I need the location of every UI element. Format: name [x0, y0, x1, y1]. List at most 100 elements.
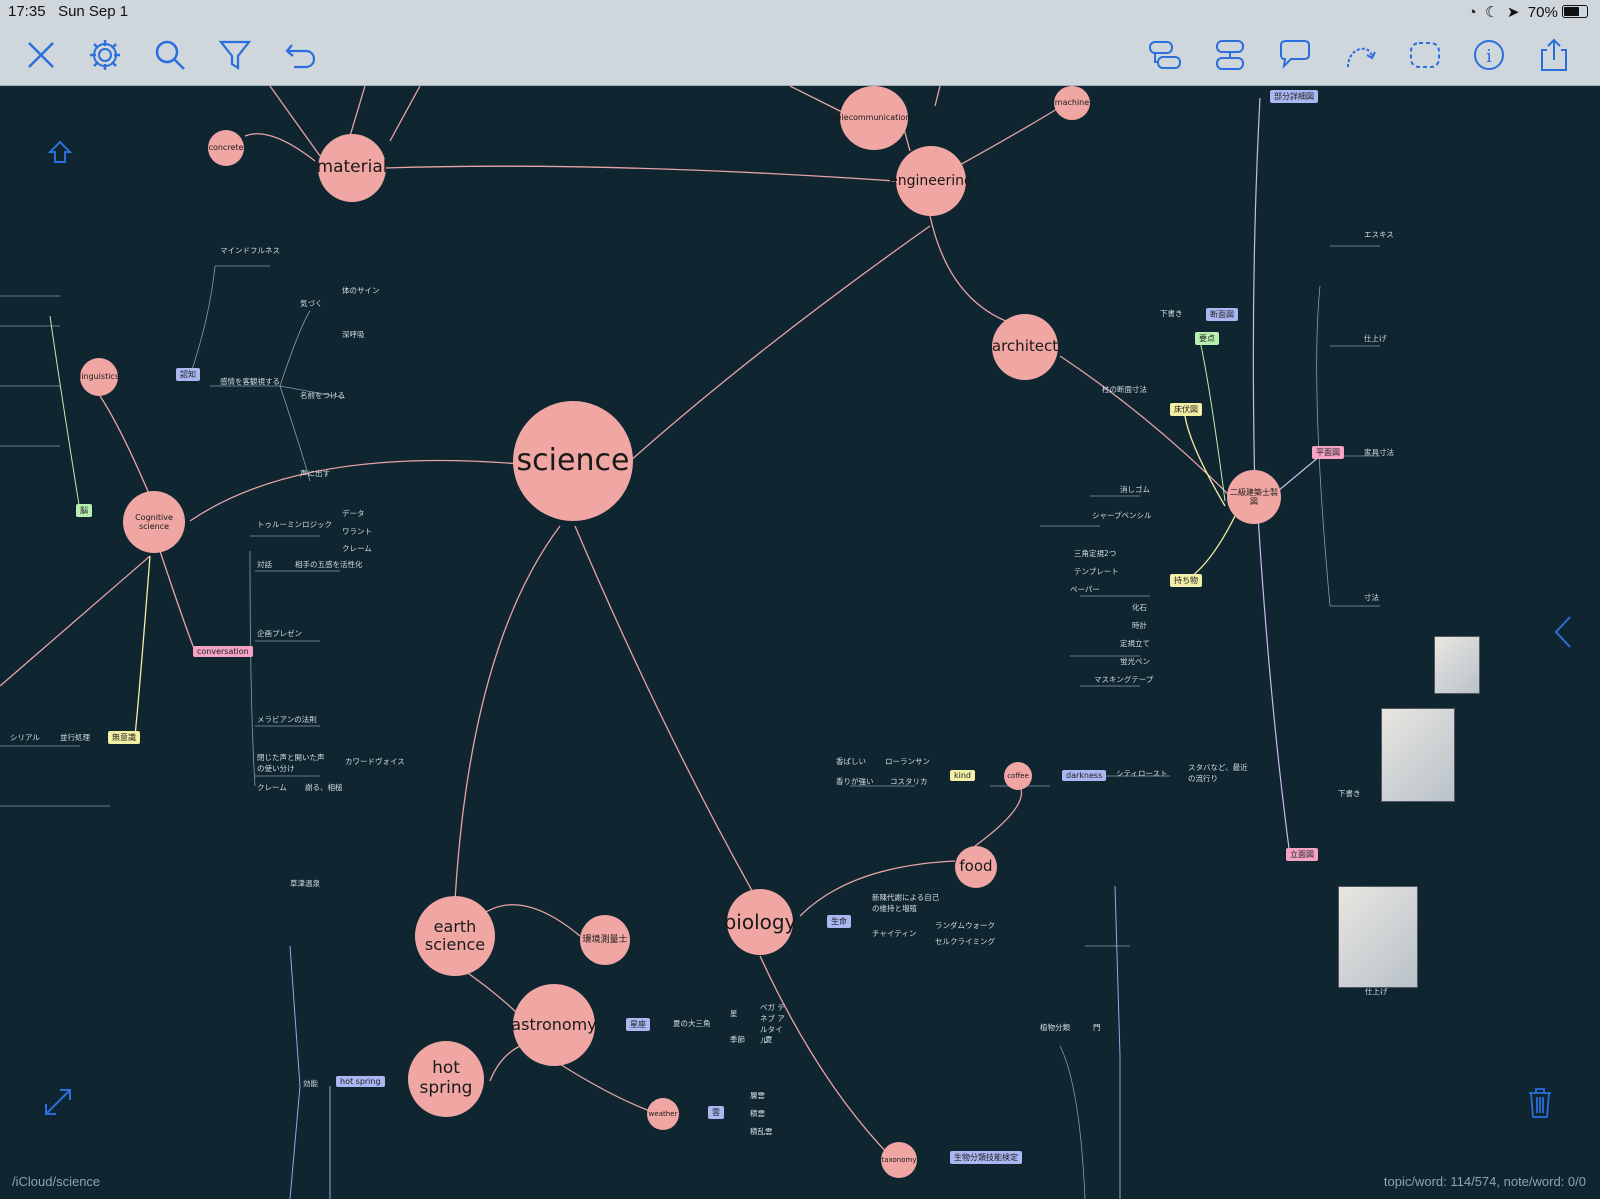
- tag-mochimono[interactable]: 持ち物: [1170, 574, 1202, 587]
- leaf-mehrabian[interactable]: メラビアンの法則: [257, 714, 317, 725]
- leaf-claim[interactable]: クレーム: [257, 782, 287, 793]
- node-taxonomy[interactable]: taxonomy: [881, 1142, 917, 1178]
- leaf-keikou[interactable]: 蛍光ペン: [1120, 656, 1150, 667]
- leaf-kaseki[interactable]: 化石: [1132, 602, 1147, 613]
- leaf-sankaku[interactable]: 三角定規2つ: [1074, 548, 1116, 559]
- close-button[interactable]: [19, 33, 63, 77]
- node-material[interactable]: material: [317, 134, 387, 202]
- undo-button[interactable]: [278, 33, 322, 77]
- collapse-up-button[interactable]: [46, 138, 74, 171]
- note-button[interactable]: [1273, 33, 1317, 77]
- mindmap-canvas[interactable]: science engineering material concrete te…: [0, 86, 1600, 1199]
- node-science[interactable]: science: [513, 401, 633, 521]
- leaf-yoko[interactable]: 謝る、相槌: [305, 782, 343, 793]
- node-architect[interactable]: architect: [992, 314, 1058, 380]
- leaf-mon[interactable]: 門: [1093, 1022, 1101, 1033]
- leaf-sunpo[interactable]: 寸法: [1364, 592, 1379, 603]
- search-button[interactable]: [148, 33, 192, 77]
- leaf-kagu[interactable]: 家具寸法: [1364, 447, 1394, 458]
- leaf-toulmin[interactable]: トゥルーミンロジック: [257, 519, 332, 530]
- node-hot-spring[interactable]: hot spring: [408, 1041, 484, 1117]
- node-nikyu[interactable]: 二級建築士製図: [1227, 470, 1281, 524]
- leaf-tokei[interactable]: 時計: [1132, 620, 1147, 631]
- leaf-shokubutsu[interactable]: 植物分類: [1040, 1022, 1070, 1033]
- node-astronomy[interactable]: astronomy: [511, 984, 597, 1066]
- node-coffee[interactable]: coffee: [1004, 762, 1032, 790]
- leaf-kikaku[interactable]: 企画プレゼン: [257, 628, 302, 639]
- node-weather[interactable]: weather: [647, 1098, 679, 1130]
- leaf-tojita[interactable]: 閉じた声と開いた声の使い分け: [257, 752, 327, 774]
- filter-button[interactable]: [213, 33, 257, 77]
- leaf-sekiun[interactable]: 積雲: [750, 1108, 765, 1119]
- leaf-data[interactable]: データ: [342, 508, 365, 519]
- leaf-serial[interactable]: シリアル: [10, 732, 40, 743]
- leaf-paper[interactable]: ペーパー: [1070, 584, 1100, 595]
- leaf-mindfulness[interactable]: マインドフルネス: [220, 245, 280, 256]
- tag-nou[interactable]: 脳: [76, 504, 92, 517]
- tag-darkness[interactable]: darkness: [1062, 770, 1107, 781]
- settings-button[interactable]: [83, 33, 127, 77]
- tag-yukafuse[interactable]: 床伏図: [1170, 403, 1202, 416]
- leaf-random[interactable]: ランダムウォーク: [935, 920, 995, 931]
- thumbnail-sketch[interactable]: [1381, 708, 1455, 802]
- leaf-kawaado[interactable]: カワードヴォイス: [345, 756, 405, 767]
- leaf-keshigomu[interactable]: 消しゴム: [1120, 484, 1150, 495]
- leaf-kouka[interactable]: 効能: [303, 1078, 318, 1089]
- leaf-namae[interactable]: 名前をつける: [300, 390, 345, 401]
- leaf-sharp[interactable]: シャープペンシル: [1092, 510, 1152, 521]
- tag-seibutsu[interactable]: 生物分類技能検定: [950, 1151, 1022, 1164]
- relation-button[interactable]: [1338, 33, 1382, 77]
- node-cognitive-science[interactable]: Cognitive science: [123, 491, 185, 553]
- leaf-kisetsu[interactable]: 季節: [730, 1034, 745, 1045]
- node-telecommunications[interactable]: telecommunications: [833, 86, 915, 150]
- leaf-shinchin[interactable]: 新陳代謝による自己の維持と増殖: [872, 892, 942, 914]
- leaf-chaitin[interactable]: チャイティン: [872, 928, 916, 939]
- leaf-seiran[interactable]: 層雲: [750, 1090, 765, 1101]
- share-button[interactable]: [1532, 33, 1576, 77]
- boundary-button[interactable]: [1403, 33, 1447, 77]
- leaf-aisatsu[interactable]: 相手の五感を活性化: [295, 559, 363, 570]
- tag-heimen[interactable]: 平面図: [1312, 446, 1344, 459]
- thumbnail-elevation[interactable]: [1338, 886, 1418, 988]
- node-earth-science[interactable]: earth science: [415, 896, 495, 976]
- node-biology[interactable]: biology: [724, 889, 796, 955]
- leaf-shikakeru[interactable]: 体のサイン: [342, 285, 380, 296]
- tag-hot-spring[interactable]: hot spring: [336, 1076, 385, 1087]
- leaf-kokyu[interactable]: 深呼吸: [342, 329, 365, 340]
- leaf-kaori2[interactable]: 香りが強い: [836, 776, 874, 787]
- leaf-heiretsu[interactable]: 並行処理: [60, 732, 90, 743]
- leaf-teikitate[interactable]: 定規立て: [1120, 638, 1150, 649]
- leaf-sekiranun[interactable]: 積乱雲: [750, 1126, 773, 1137]
- tag-danmen[interactable]: 断面図: [1206, 308, 1238, 321]
- leaf-koe[interactable]: 声に出す: [300, 468, 330, 479]
- leaf-masking[interactable]: マスキングテープ: [1094, 674, 1153, 685]
- leaf-warrant[interactable]: ワラント: [342, 526, 372, 537]
- tag-seimei[interactable]: 生命: [827, 915, 851, 928]
- leaf-claim2[interactable]: クレーム: [342, 543, 372, 554]
- leaf-kosta[interactable]: コスタリカ: [890, 776, 928, 787]
- tag-conversation[interactable]: conversation: [193, 646, 253, 657]
- tag-ritsumen[interactable]: 立面図: [1286, 848, 1318, 861]
- tag-bubun[interactable]: 部分詳細図: [1270, 90, 1318, 103]
- tag-ninchi[interactable]: 認知: [176, 368, 200, 381]
- panel-toggle-button[interactable]: [1552, 614, 1574, 655]
- add-topic-button[interactable]: [1143, 33, 1187, 77]
- leaf-taiwa[interactable]: 対話: [257, 559, 272, 570]
- leaf-hashira[interactable]: 柱の断面寸法: [1102, 384, 1147, 395]
- leaf-kinsei[interactable]: 星: [730, 1008, 738, 1019]
- leaf-shitagaki[interactable]: 下書き: [1160, 308, 1183, 319]
- leaf-template[interactable]: テンプレート: [1074, 566, 1119, 577]
- thumbnail-floorplan[interactable]: [1434, 636, 1480, 694]
- tag-kumo[interactable]: 雲: [708, 1106, 724, 1119]
- info-button[interactable]: i: [1467, 33, 1511, 77]
- leaf-rosan[interactable]: ローランサン: [885, 756, 930, 767]
- leaf-esukisu[interactable]: エスキス: [1364, 229, 1394, 240]
- leaf-kankaku[interactable]: 感情を客観視する: [220, 376, 280, 387]
- tag-yoten[interactable]: 要点: [1195, 332, 1219, 345]
- leaf-kizuku[interactable]: 気づく: [300, 298, 323, 309]
- leaf-natsu[interactable]: 夏の大三角: [673, 1018, 711, 1029]
- tag-muishiki[interactable]: 無意識: [108, 731, 140, 744]
- node-linguistics[interactable]: linguistics: [79, 358, 119, 396]
- leaf-sonen[interactable]: 草津温泉: [290, 878, 320, 889]
- leaf-selcloming[interactable]: セルクライミング: [935, 936, 995, 947]
